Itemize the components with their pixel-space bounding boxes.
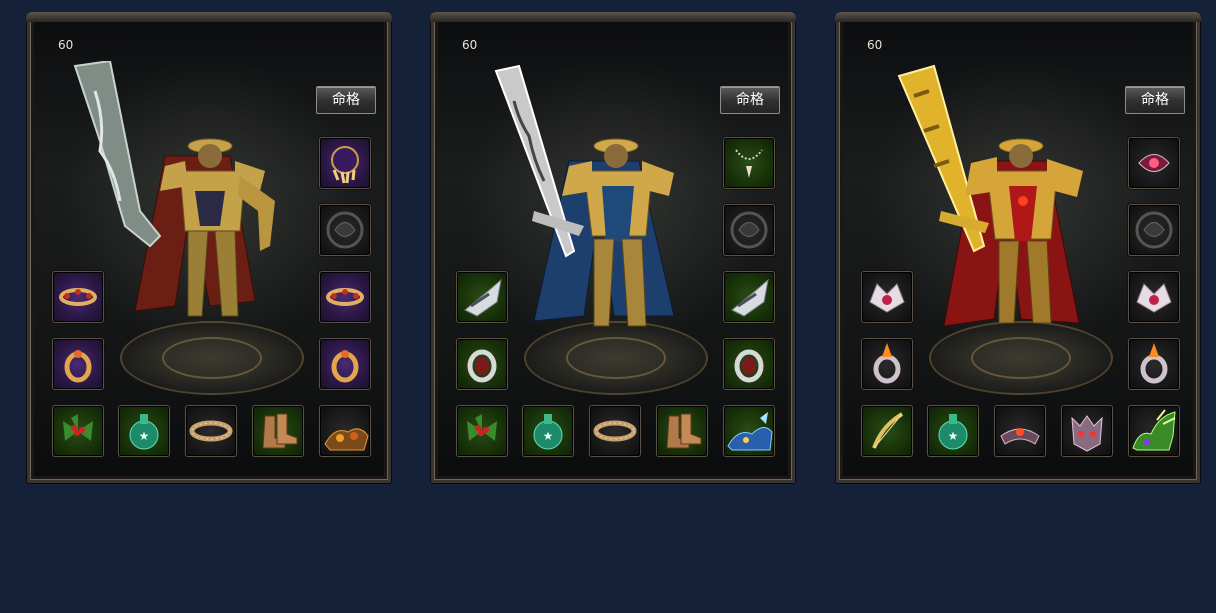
- ring-right-slot[interactable]: [723, 338, 775, 390]
- necklace-chain-icon: [735, 149, 763, 178]
- ring-left-icon: [64, 350, 92, 383]
- character-model: [494, 64, 675, 327]
- helmet-slot[interactable]: [1128, 204, 1180, 256]
- fate-button[interactable]: 命格: [316, 86, 376, 114]
- bracer-left-slot[interactable]: [456, 271, 508, 323]
- character-panel-3: 60 命格 ★: [835, 12, 1201, 483]
- belt-slot[interactable]: [185, 405, 237, 457]
- mount-beast-icon: [727, 412, 773, 451]
- svg-text:★: ★: [543, 429, 554, 443]
- ring-left-slot[interactable]: [456, 338, 508, 390]
- level-label: 60: [867, 38, 883, 52]
- crown-belt-icon: [1000, 428, 1040, 445]
- boots-slot[interactable]: [656, 405, 708, 457]
- bracelet-left-icon: [869, 283, 905, 313]
- boots-slot[interactable]: [252, 405, 304, 457]
- potion-icon: ★: [533, 414, 563, 450]
- bracer-right-slot[interactable]: [723, 271, 775, 323]
- fate-button[interactable]: 命格: [1125, 86, 1185, 114]
- bracelet-right-icon: [326, 288, 364, 306]
- helmet-dragon-icon: [1135, 211, 1173, 249]
- potion-slot[interactable]: ★: [522, 405, 574, 457]
- charm-slot[interactable]: [52, 405, 104, 457]
- ring-left-slot[interactable]: [52, 338, 104, 390]
- bracelet-right-icon: [1136, 283, 1172, 313]
- ring-right-slot[interactable]: [1128, 338, 1180, 390]
- belt-icon: [593, 420, 637, 442]
- bracelet-right-slot[interactable]: [1128, 271, 1180, 323]
- mount-beast-icon: [324, 428, 369, 451]
- helmet-dragon-icon: [326, 211, 364, 249]
- ring-right-slot[interactable]: [319, 338, 371, 390]
- charm-slot[interactable]: [456, 405, 508, 457]
- charm-slot[interactable]: [861, 405, 913, 457]
- fate-button[interactable]: 命格: [720, 86, 780, 114]
- ring-right-icon: [1140, 343, 1168, 384]
- character-panel-2: 60 命格 ★: [430, 12, 796, 483]
- belt-slot[interactable]: [589, 405, 641, 457]
- boots-slot[interactable]: [1061, 405, 1113, 457]
- belt-icon: [189, 420, 233, 442]
- bow-charm-icon: [872, 412, 904, 449]
- svg-text:★: ★: [139, 429, 150, 443]
- necklace-claw-icon: [331, 146, 359, 184]
- mount-beast-icon: [1132, 409, 1176, 451]
- helmet-slot[interactable]: [319, 204, 371, 256]
- ring-left-icon: [873, 343, 901, 384]
- helmet-dragon-icon: [730, 211, 768, 249]
- ring-right-icon: [734, 349, 764, 383]
- necklace-slot[interactable]: [723, 137, 775, 189]
- ring-right-icon: [331, 350, 359, 383]
- level-label: 60: [462, 38, 478, 52]
- belt-slot[interactable]: [994, 405, 1046, 457]
- bracelet-left-icon: [59, 288, 97, 306]
- boots-icon: [666, 413, 702, 449]
- character-model: [73, 61, 275, 317]
- bracer-left-icon: [464, 278, 502, 317]
- character-panel-1: 60 命格 ★: [26, 12, 392, 483]
- ring-left-icon: [467, 349, 497, 383]
- character-model: [897, 64, 1083, 327]
- necklace-slot[interactable]: [319, 137, 371, 189]
- potion-icon: ★: [938, 414, 968, 450]
- demon-mask-icon: [1071, 415, 1103, 452]
- necklace-gem-icon: [1138, 154, 1170, 172]
- potion-slot[interactable]: ★: [118, 405, 170, 457]
- mount-slot[interactable]: [319, 405, 371, 457]
- holly-charm-icon: [467, 414, 497, 441]
- potion-icon: ★: [129, 414, 159, 450]
- helmet-slot[interactable]: [723, 204, 775, 256]
- svg-text:★: ★: [948, 429, 959, 443]
- boots-icon: [262, 413, 298, 449]
- bracer-right-icon: [731, 278, 769, 317]
- holly-charm-icon: [63, 414, 93, 441]
- bracelet-left-slot[interactable]: [861, 271, 913, 323]
- bracelet-right-slot[interactable]: [319, 271, 371, 323]
- bracelet-left-slot[interactable]: [52, 271, 104, 323]
- level-label: 60: [58, 38, 74, 52]
- necklace-slot[interactable]: [1128, 137, 1180, 189]
- mount-slot[interactable]: [723, 405, 775, 457]
- ring-left-slot[interactable]: [861, 338, 913, 390]
- potion-slot[interactable]: ★: [927, 405, 979, 457]
- mount-slot[interactable]: [1128, 405, 1180, 457]
